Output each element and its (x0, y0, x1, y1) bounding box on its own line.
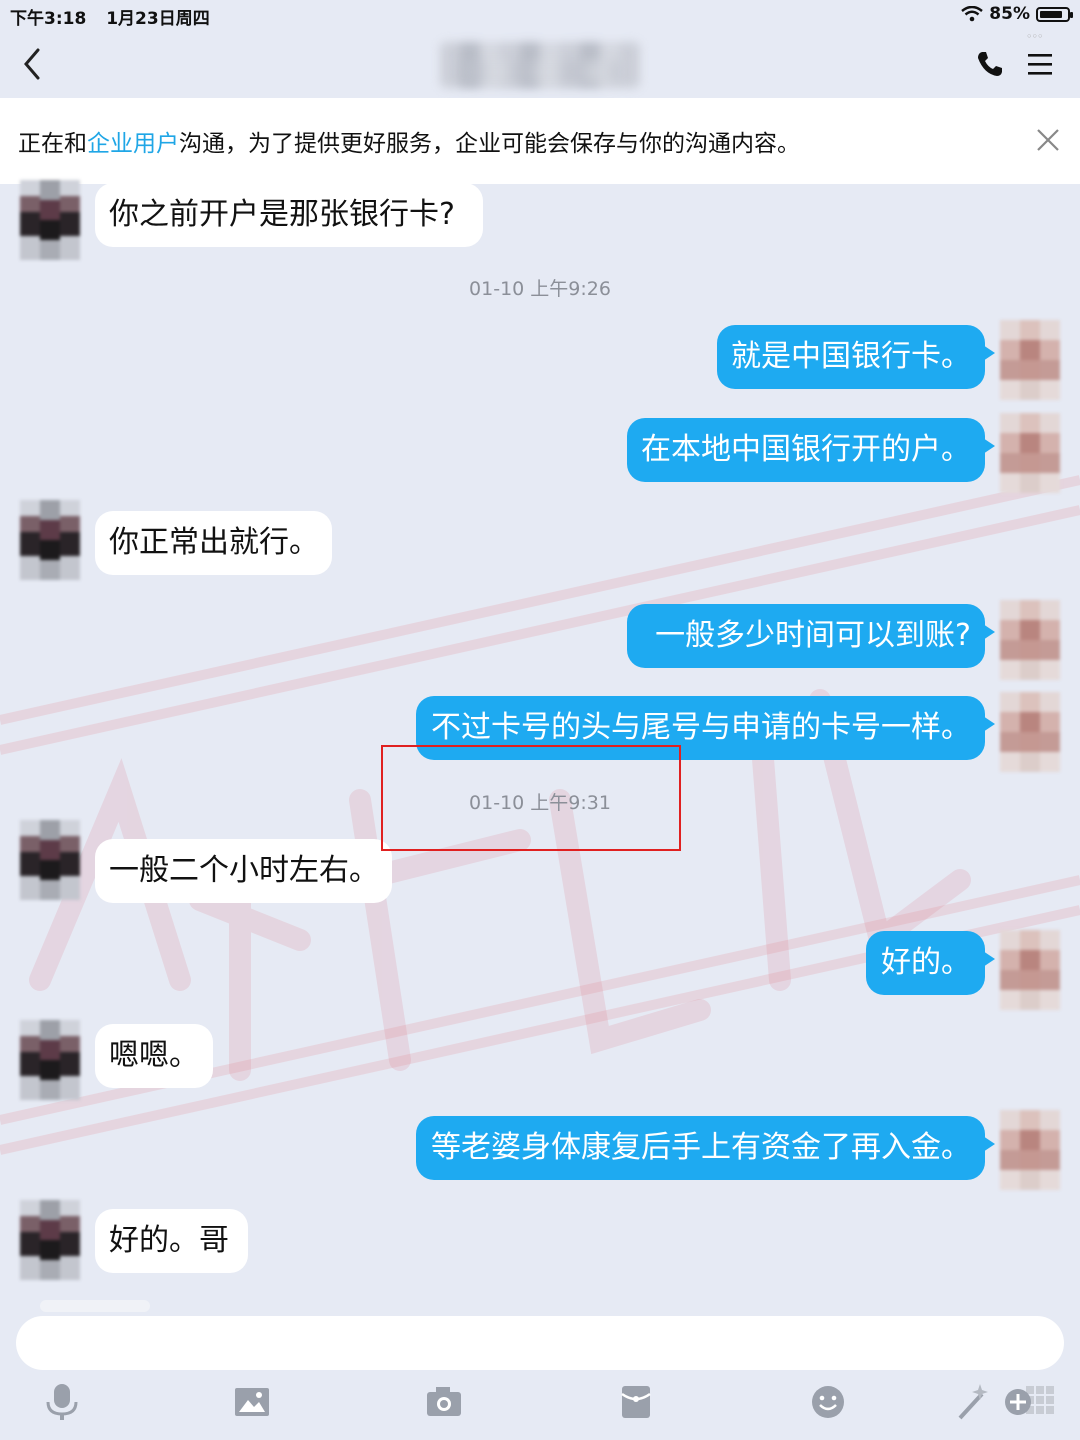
emoji-icon[interactable] (808, 1380, 848, 1424)
message-bubble-outgoing[interactable]: 等老婆身体康复后手上有资金了再入金。 (416, 1116, 995, 1180)
more-grid-icon[interactable] (1002, 1380, 1062, 1424)
microphone-icon[interactable] (42, 1380, 82, 1424)
message-bubble-incoming[interactable]: 你之前开户是那张银行卡? (95, 183, 483, 247)
status-right: 85% (961, 4, 1073, 24)
close-icon[interactable] (1036, 128, 1060, 152)
more-dots-icon: ◦◦◦ (1026, 30, 1043, 43)
camera-icon[interactable] (424, 1380, 464, 1424)
privacy-notice-banner: 正在和企业用户沟通，为了提供更好服务，企业可能会保存与你的沟通内容。 (0, 98, 1080, 184)
message-bubble-incoming[interactable]: 好的。哥 (95, 1209, 248, 1273)
contact-avatar[interactable] (20, 180, 80, 260)
message-bubble-outgoing[interactable]: 好的。 (866, 931, 995, 995)
contact-name-blurred-detail (460, 60, 620, 84)
wifi-icon (961, 6, 984, 22)
input-toolbar (0, 1380, 1080, 1430)
user-avatar[interactable] (1000, 1110, 1060, 1190)
status-left: 下午3:18 1月23日周四 (10, 4, 210, 29)
notice-text: 正在和企业用户沟通，为了提供更好服务，企业可能会保存与你的沟通内容。 (18, 124, 800, 158)
message-bubble-outgoing[interactable]: 就是中国银行卡。 (717, 325, 995, 389)
back-icon[interactable] (16, 42, 56, 86)
chat-header: ◦◦◦ (0, 30, 1080, 98)
message-bubble-incoming[interactable]: 你正常出就行。 (95, 511, 332, 575)
user-avatar[interactable] (1000, 413, 1060, 493)
user-avatar[interactable] (1000, 320, 1060, 400)
enterprise-user-link[interactable]: 企业用户 (87, 131, 179, 157)
red-packet-icon[interactable] (616, 1380, 656, 1424)
message-timestamp: 01-10 上午9:26 (469, 278, 611, 300)
message-bubble-incoming[interactable]: 嗯嗯。 (95, 1024, 213, 1088)
user-avatar[interactable] (1000, 930, 1060, 1010)
image-icon[interactable] (232, 1380, 272, 1424)
battery-level (1040, 10, 1063, 18)
notice-suffix: 沟通，为了提供更好服务，企业可能会保存与你的沟通内容。 (179, 131, 800, 157)
magic-wand-icon[interactable] (952, 1380, 992, 1424)
status-bar: 下午3:18 1月23日周四 85% (0, 0, 1080, 30)
user-avatar[interactable] (1000, 692, 1060, 772)
battery-icon (1036, 6, 1073, 22)
contact-avatar[interactable] (20, 820, 80, 900)
partial-message-edge (40, 1300, 150, 1312)
phone-icon[interactable] (974, 48, 1006, 80)
message-bubble-outgoing[interactable]: 在本地中国银行开的户。 (627, 418, 995, 482)
contact-avatar[interactable] (20, 500, 80, 580)
highlight-annotation-box (381, 745, 681, 851)
status-time: 下午3:18 (10, 9, 87, 29)
message-input[interactable] (16, 1316, 1064, 1370)
battery-percent: 85% (989, 4, 1030, 24)
message-bubble-outgoing[interactable]: 一般多少时间可以到账? (627, 604, 995, 668)
menu-icon[interactable] (1026, 50, 1054, 78)
status-date: 1月23日周四 (106, 9, 210, 29)
contact-avatar[interactable] (20, 1020, 80, 1100)
contact-avatar[interactable] (20, 1200, 80, 1280)
user-avatar[interactable] (1000, 600, 1060, 680)
notice-prefix: 正在和 (18, 131, 87, 157)
message-bubble-incoming[interactable]: 一般二个小时左右。 (95, 839, 392, 903)
